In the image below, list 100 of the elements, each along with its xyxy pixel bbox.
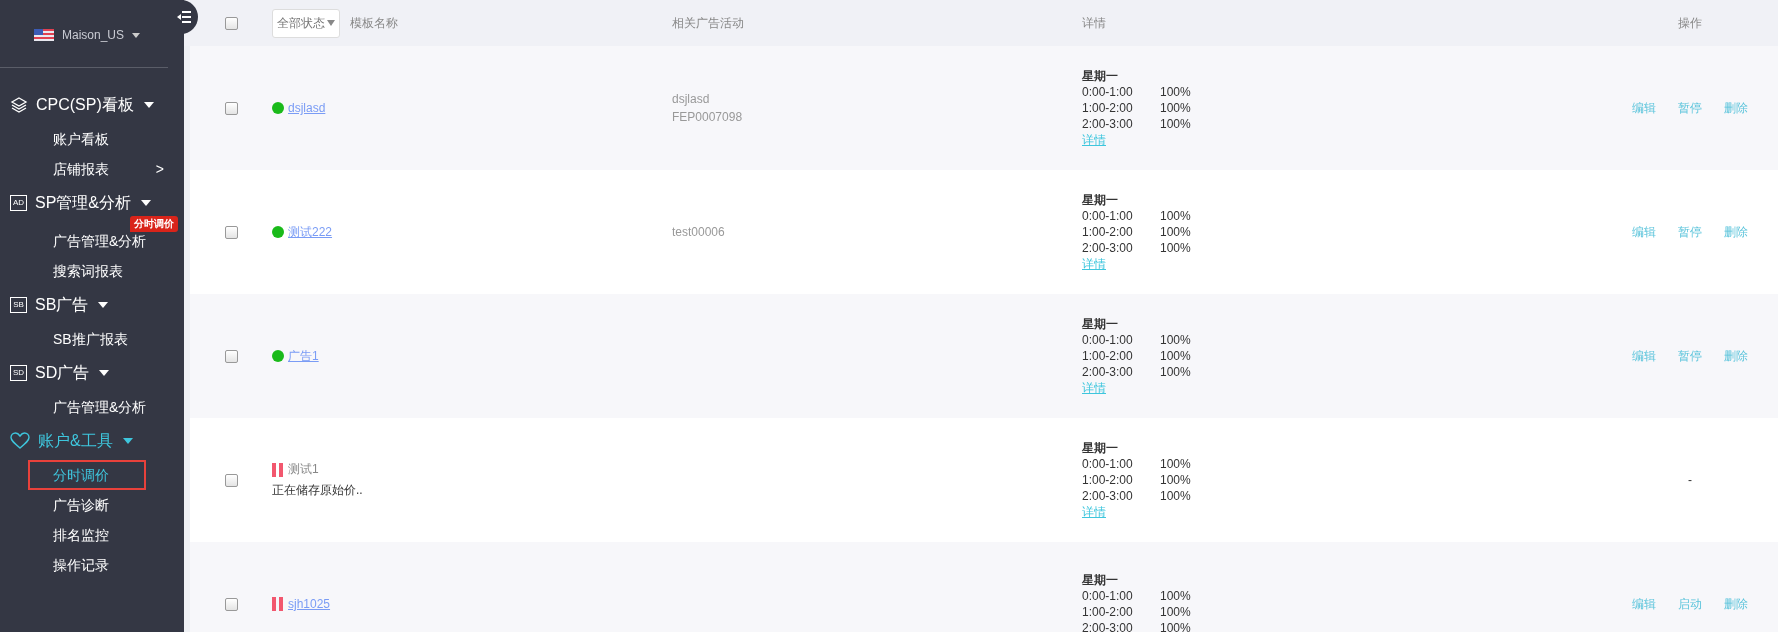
running-status-dot bbox=[272, 226, 284, 238]
pause-icon bbox=[272, 597, 284, 611]
details-link[interactable]: 详情 bbox=[1082, 380, 1106, 396]
template-name[interactable]: sjh1025 bbox=[288, 597, 331, 611]
time-slot: 1:00-2:00 bbox=[1082, 100, 1160, 116]
column-header: 详情 bbox=[1082, 15, 1106, 31]
column-header: 模板名称 bbox=[350, 14, 398, 32]
weekday-label: 星期一 bbox=[1082, 572, 1118, 588]
caret-icon bbox=[122, 438, 133, 444]
caret-icon bbox=[99, 370, 110, 376]
menu-group[interactable]: SD SD广告 bbox=[0, 354, 184, 392]
template-name[interactable]: dsjlasd bbox=[288, 101, 326, 115]
bid-percent: 100% bbox=[1160, 332, 1191, 348]
caret-icon bbox=[143, 102, 154, 108]
column-header: 操作 bbox=[1678, 14, 1702, 32]
action-link[interactable]: 删除 bbox=[1724, 223, 1748, 241]
bid-percent: 100% bbox=[1160, 100, 1191, 116]
bid-percent: 100% bbox=[1160, 224, 1191, 240]
status-filter-dropdown[interactable]: 全部状态 bbox=[272, 8, 340, 38]
time-slot: 1:00-2:00 bbox=[1082, 472, 1160, 488]
menu-item[interactable]: 操作记录 bbox=[0, 550, 164, 580]
bid-percent: 100% bbox=[1160, 84, 1191, 100]
menu-item[interactable]: SB推广报表 bbox=[0, 324, 164, 354]
template-name[interactable]: 测试222 bbox=[288, 223, 333, 241]
action-link[interactable]: 编辑 bbox=[1632, 347, 1656, 365]
row-checkbox[interactable] bbox=[224, 473, 238, 487]
action-link[interactable]: 删除 bbox=[1724, 99, 1748, 117]
time-slot: 2:00-3:00 bbox=[1082, 116, 1160, 132]
time-slot: 0:00-1:00 bbox=[1082, 332, 1160, 348]
action-link[interactable]: 编辑 bbox=[1632, 595, 1656, 613]
bid-percent: 100% bbox=[1160, 364, 1191, 380]
menu-group[interactable]: SB SB广告 bbox=[0, 286, 184, 324]
time-slot: 1:00-2:00 bbox=[1082, 604, 1160, 620]
menu-item[interactable]: 排名监控 bbox=[0, 520, 164, 550]
row-checkbox[interactable] bbox=[224, 225, 238, 239]
action-link[interactable]: 暂停 bbox=[1678, 99, 1702, 117]
bid-percent: 100% bbox=[1160, 348, 1191, 364]
bid-percent: 100% bbox=[1160, 456, 1191, 472]
row-checkbox[interactable] bbox=[224, 349, 238, 363]
document-gear-icon: SD bbox=[10, 365, 27, 381]
bid-percent: 100% bbox=[1160, 488, 1191, 504]
time-slot: 0:00-1:00 bbox=[1082, 588, 1160, 604]
menu-item[interactable]: 账户看板 bbox=[0, 124, 164, 154]
action-link[interactable]: 编辑 bbox=[1632, 99, 1656, 117]
caret-icon[interactable] bbox=[132, 32, 141, 38]
template-name[interactable]: 广告1 bbox=[288, 347, 319, 365]
bid-percent: 100% bbox=[1160, 472, 1191, 488]
action-link[interactable]: 暂停 bbox=[1678, 223, 1702, 241]
time-slot: 0:00-1:00 bbox=[1082, 84, 1160, 100]
new-feature-badge: 分时调价 bbox=[130, 216, 178, 232]
action-link[interactable]: 暂停 bbox=[1678, 347, 1702, 365]
row-checkbox[interactable] bbox=[224, 101, 238, 115]
action-link[interactable]: 启动 bbox=[1678, 595, 1702, 613]
pause-icon bbox=[272, 462, 284, 477]
menu-item[interactable]: 分时调价 bbox=[30, 462, 144, 488]
document-gear-icon: SB bbox=[10, 297, 27, 313]
no-action-text: - bbox=[1688, 473, 1692, 487]
time-slot: 2:00-3:00 bbox=[1082, 620, 1160, 632]
flag-icon bbox=[34, 29, 54, 41]
menu-item[interactable]: 搜索词报表 bbox=[0, 256, 164, 286]
time-slot: 0:00-1:00 bbox=[1082, 456, 1160, 472]
running-status-dot bbox=[272, 350, 284, 362]
running-status-dot bbox=[272, 102, 284, 114]
status-note: 正在储存原始价.. bbox=[272, 482, 363, 499]
bid-percent: 100% bbox=[1160, 588, 1191, 604]
campaign-name: test00006 bbox=[672, 224, 726, 241]
bid-percent: 100% bbox=[1160, 604, 1191, 620]
heart-icon bbox=[10, 432, 30, 450]
menu-group[interactable]: CPC(SP)看板 bbox=[0, 86, 184, 124]
menu-item[interactable]: 店铺报表 > bbox=[0, 154, 164, 184]
menu-item[interactable]: 广告诊断 bbox=[0, 490, 164, 520]
weekday-label: 星期一 bbox=[1082, 68, 1118, 84]
menu-group[interactable]: 账户&工具 bbox=[0, 422, 184, 460]
time-slot: 1:00-2:00 bbox=[1082, 348, 1160, 364]
weekday-label: 星期一 bbox=[1082, 192, 1118, 208]
bid-percent: 100% bbox=[1160, 116, 1191, 132]
column-header: 相关广告活动 bbox=[672, 15, 744, 30]
row-checkbox[interactable] bbox=[224, 597, 238, 611]
caret-icon bbox=[98, 302, 109, 308]
time-slot: 2:00-3:00 bbox=[1082, 240, 1160, 256]
time-slot: 2:00-3:00 bbox=[1082, 488, 1160, 504]
details-link[interactable]: 详情 bbox=[1082, 256, 1106, 272]
details-link[interactable]: 详情 bbox=[1082, 132, 1106, 148]
time-slot: 1:00-2:00 bbox=[1082, 224, 1160, 240]
select-all-checkbox[interactable] bbox=[224, 16, 238, 30]
caret-icon bbox=[327, 20, 335, 26]
document-gear-icon: AD bbox=[10, 195, 27, 211]
action-link[interactable]: 编辑 bbox=[1632, 223, 1656, 241]
details-link[interactable]: 详情 bbox=[1082, 504, 1106, 520]
action-link[interactable]: 删除 bbox=[1724, 347, 1748, 365]
weekday-label: 星期一 bbox=[1082, 440, 1118, 456]
layers-icon bbox=[10, 96, 28, 114]
bid-percent: 100% bbox=[1160, 240, 1191, 256]
campaign-name: FEP0007098 bbox=[672, 109, 744, 126]
account-name[interactable]: Maison_US bbox=[62, 28, 125, 42]
campaign-name: dsjlasd bbox=[672, 91, 711, 108]
time-slot: 2:00-3:00 bbox=[1082, 364, 1160, 380]
menu-item[interactable]: 广告管理&分析 bbox=[0, 392, 164, 422]
template-name: 测试1 bbox=[288, 461, 319, 478]
action-link[interactable]: 删除 bbox=[1724, 595, 1748, 613]
